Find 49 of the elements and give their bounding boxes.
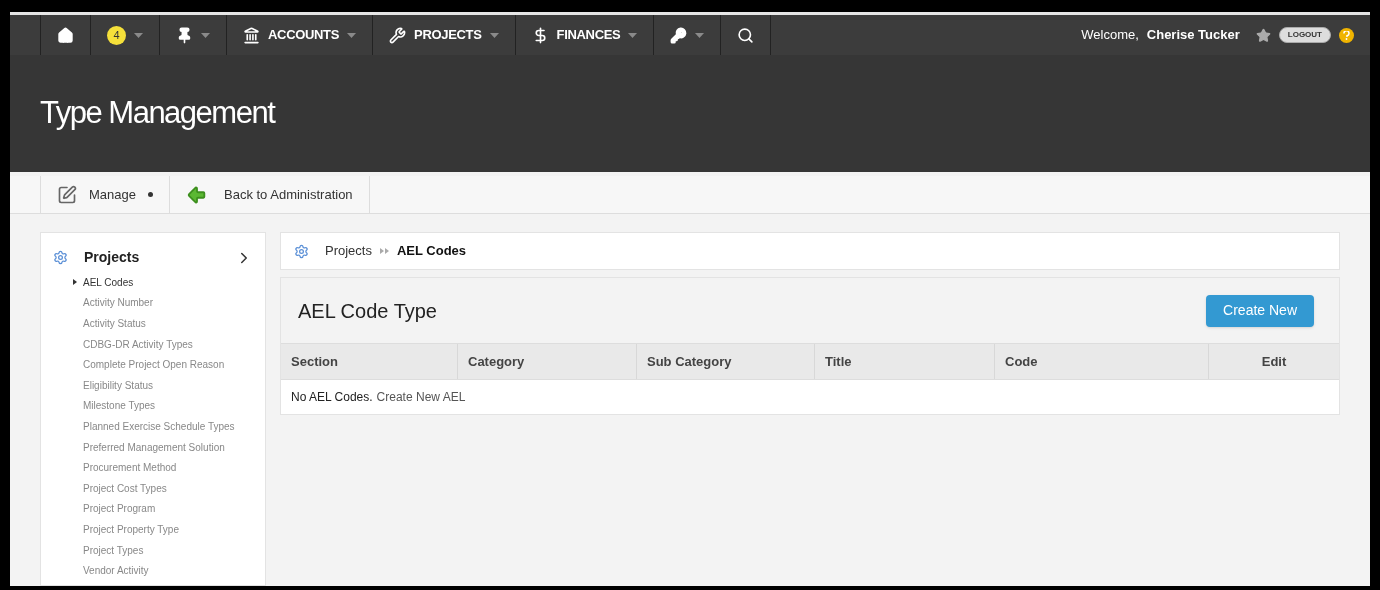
sidebar-item[interactable]: Preferred Management Solution (83, 436, 253, 458)
sidebar-item[interactable]: Vendor Activity (83, 560, 253, 581)
home-icon (57, 26, 74, 44)
sidebar-item[interactable]: Project Program (83, 498, 253, 520)
sidebar-item[interactable]: Project Cost Types (83, 477, 253, 499)
bank-icon (243, 26, 260, 44)
breadcrumb-current: AEL Codes (396, 242, 467, 261)
sidebar-item[interactable]: AEL Codes (73, 272, 253, 293)
wrench-icon (389, 26, 407, 44)
sidebar-title: Projects (84, 248, 140, 267)
notification-badge: 4 (107, 25, 126, 45)
notepad-icon (57, 184, 77, 205)
sidebar-item[interactable]: Project Types (83, 539, 253, 561)
column-header: Code (994, 344, 1208, 379)
column-header: Edit (1208, 344, 1339, 379)
create-link[interactable]: Create New AEL (376, 388, 466, 406)
double-chevron-icon (379, 248, 389, 254)
column-header: Category (457, 344, 636, 379)
sidebar-item[interactable]: Activity Number (83, 292, 253, 314)
dropdown-dot-icon (148, 192, 153, 197)
welcome-text: Welcome, (1081, 26, 1139, 45)
help-icon[interactable] (1339, 27, 1354, 43)
panel-title: AEL Code Type (298, 298, 437, 324)
manage-menu-button[interactable]: Manage (41, 176, 170, 213)
create-new-button[interactable]: Create New (1206, 294, 1314, 327)
search-icon (737, 26, 755, 44)
sidebar-item[interactable]: Planned Exercise Schedule Types (83, 416, 253, 437)
gear-icon (53, 250, 68, 265)
sidebar-item[interactable]: Eligibility Status (83, 374, 253, 396)
back-button[interactable]: Back to Administration (170, 176, 369, 213)
breadcrumb-link[interactable]: Projects (325, 241, 372, 261)
key-icon (670, 26, 688, 44)
bullet-icon (73, 279, 77, 286)
column-header: Title (814, 344, 994, 379)
empty-message: No AEL Codes. (291, 389, 373, 406)
sidebar-item[interactable]: Project Property Type (83, 519, 253, 540)
column-header: Sub Category (636, 344, 814, 379)
sidebar-item[interactable]: Complete Project Open Reason (83, 354, 253, 375)
pin-icon (176, 26, 193, 44)
logout-button[interactable]: LOGOUT (1278, 27, 1331, 43)
column-header: Section (290, 352, 339, 371)
sidebar-item[interactable]: Activity Status (83, 313, 253, 334)
star-icon (1255, 27, 1271, 43)
page-title: Type Management (40, 94, 275, 133)
gear-icon (294, 243, 309, 259)
sidebar-item[interactable]: Milestone Types (83, 395, 253, 417)
user-name: Cherise Tucker (1146, 26, 1240, 45)
sidebar-item[interactable]: Procurement Method (83, 457, 253, 478)
sidebar-item[interactable]: CDBG-DR Activity Types (83, 333, 253, 355)
